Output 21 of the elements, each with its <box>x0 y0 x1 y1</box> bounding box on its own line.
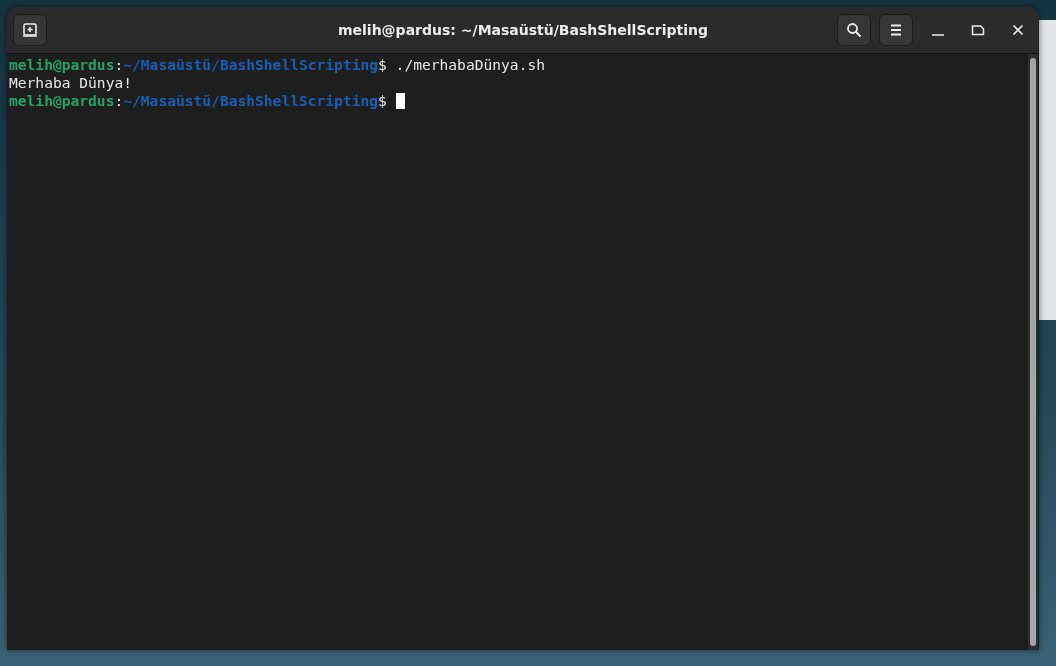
terminal-text: : <box>114 56 124 74</box>
search-icon <box>846 22 862 38</box>
prompt-path: ~/Masaüstü/BashShellScripting <box>123 56 379 74</box>
close-icon <box>1012 24 1024 36</box>
menu-icon <box>889 23 903 37</box>
new-tab-button[interactable] <box>13 14 47 46</box>
menu-button[interactable] <box>879 14 913 46</box>
new-tab-icon <box>22 22 38 38</box>
terminal-text: $ <box>378 92 387 110</box>
prompt-path: ~/Masaüstü/BashShellScripting <box>123 92 379 110</box>
window-title: melih@pardus: ~/Masaüstü/BashShellScripting <box>337 22 708 38</box>
restore-icon <box>971 24 985 36</box>
search-button[interactable] <box>837 14 871 46</box>
terminal-text: : <box>114 92 124 110</box>
minimize-icon <box>932 34 944 36</box>
scrollbar[interactable] <box>1028 54 1038 650</box>
prompt-user: melih@pardus <box>9 56 115 74</box>
scrollbar-thumb[interactable] <box>1030 58 1036 646</box>
prompt-user: melih@pardus <box>9 92 115 110</box>
terminal-text: Merhaba Dünya! <box>9 74 132 92</box>
terminal-text: $ ./merhabaDünya.sh <box>378 56 545 74</box>
